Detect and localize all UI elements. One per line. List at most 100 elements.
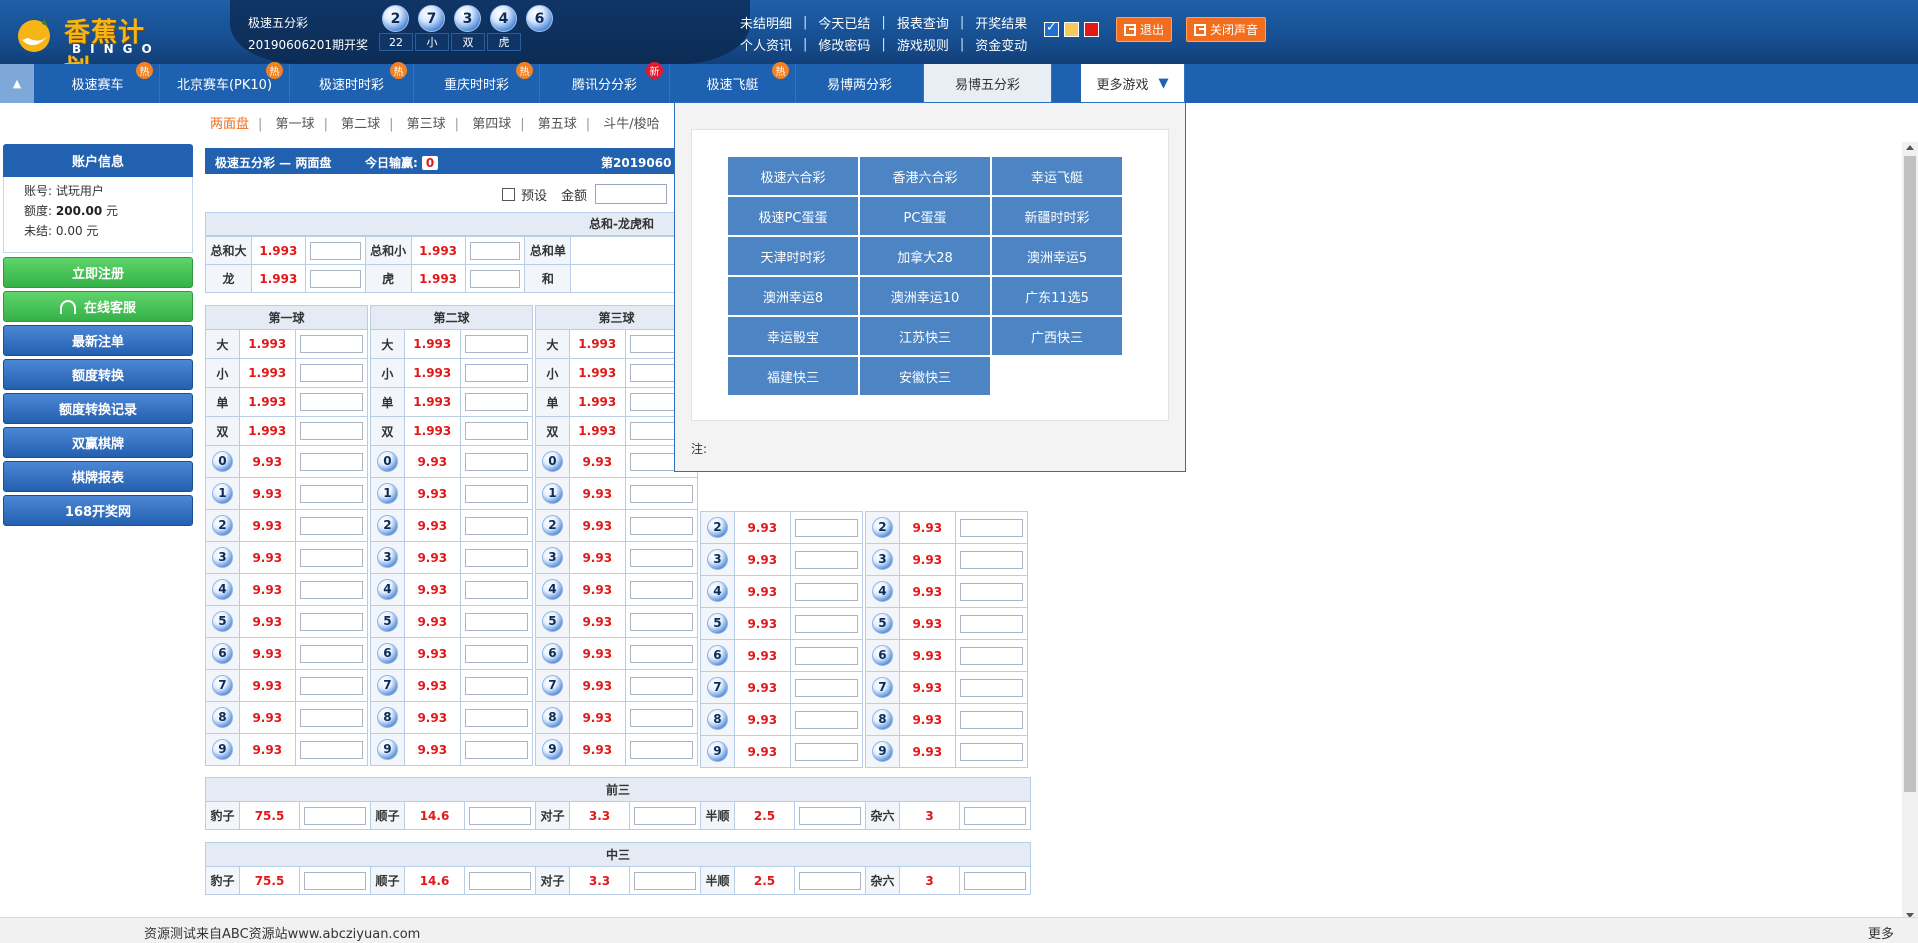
latest-bets-button[interactable]: 最新注单 [3,325,193,356]
preset-checkbox[interactable] [502,187,515,201]
bet-input[interactable] [464,740,528,759]
subtab-liangmianpan[interactable]: 两面盘 [210,117,249,132]
bet-input[interactable] [634,871,696,890]
bet-input[interactable] [464,516,528,535]
nav-today-settled[interactable]: 今天已结 [818,13,870,32]
footer-more-link[interactable]: 更多 [1868,923,1894,942]
bet-input[interactable] [959,646,1023,665]
bet-input[interactable] [464,364,528,382]
subtab-ball-4[interactable]: 第四球 [472,117,511,132]
more-game-item[interactable]: 加拿大28 [860,237,990,275]
page-scrollbar[interactable] [1902,142,1918,922]
bet-input[interactable] [464,422,528,440]
bet-input[interactable] [629,516,693,535]
more-game-item[interactable]: PC蛋蛋 [860,197,990,235]
logout-button[interactable]: 退出 [1116,17,1173,42]
bet-input[interactable] [304,871,366,890]
customer-service-button[interactable]: 在线客服 [3,291,193,322]
register-button[interactable]: 立即注册 [3,257,193,288]
chess-cards-button[interactable]: 双赢棋牌 [3,427,193,458]
nav-reports[interactable]: 报表查询 [897,13,949,32]
bet-input[interactable] [299,580,363,599]
collapse-header-button[interactable]: ▲ [0,64,34,103]
tab-jisu-shishicai[interactable]: 极速时时彩 热 [290,62,414,103]
more-game-item[interactable]: 极速六合彩 [728,157,858,195]
bet-input[interactable] [629,740,693,759]
nav-change-password[interactable]: 修改密码 [818,35,870,54]
more-game-item[interactable]: 极速PC蛋蛋 [728,197,858,235]
bet-input[interactable] [469,269,521,288]
bet-input[interactable] [464,484,528,503]
bet-input[interactable] [299,612,363,631]
more-games-dropdown[interactable]: 更多游戏 ▼ [1081,64,1185,103]
bet-input[interactable] [959,710,1023,729]
bet-input[interactable] [299,740,363,759]
tab-beijing-pk10[interactable]: 北京赛车(PK10) 热 [160,62,290,103]
theme-red-swatch[interactable] [1084,22,1099,37]
bet-input[interactable] [959,678,1023,697]
bet-input[interactable] [464,612,528,631]
logo[interactable]: 香蕉计划 BINGO [10,6,170,85]
amount-input[interactable] [595,184,668,204]
bet-input[interactable] [299,708,363,727]
bet-input[interactable] [309,269,361,288]
bet-input[interactable] [299,644,363,663]
bet-input[interactable] [464,644,528,663]
bet-input[interactable] [629,644,693,663]
bet-input[interactable] [299,676,363,695]
more-game-item[interactable]: 澳洲幸运10 [860,277,990,315]
tab-jisu-feiting[interactable]: 极速飞艇 热 [670,62,796,103]
bet-input[interactable] [959,550,1023,569]
bet-input[interactable] [794,550,858,569]
bet-input[interactable] [794,582,858,601]
bet-input[interactable] [299,364,363,382]
tab-jisu-saiche[interactable]: 极速赛车 热 [36,62,160,103]
bet-input[interactable] [629,676,693,695]
bet-input[interactable] [964,806,1026,825]
quota-transfer-records-button[interactable]: 额度转换记录 [3,393,193,424]
subtab-ball-5[interactable]: 第五球 [538,117,577,132]
more-game-item[interactable]: 安徽快三 [860,357,990,395]
more-game-item[interactable]: 广东11选5 [992,277,1122,315]
more-game-item[interactable]: 天津时时彩 [728,237,858,275]
more-game-item[interactable]: 新疆时时彩 [992,197,1122,235]
more-game-item[interactable]: 澳洲幸运8 [728,277,858,315]
subtab-ball-2[interactable]: 第二球 [341,117,380,132]
bet-input[interactable] [959,742,1023,761]
nav-profile[interactable]: 个人资讯 [740,35,792,54]
tab-yibo-liangfencai[interactable]: 易博两分彩 [796,64,924,103]
bet-input[interactable] [629,612,693,631]
tab-chongqing-shishicai[interactable]: 重庆时时彩 热 [414,62,540,103]
bet-input[interactable] [959,582,1023,601]
theme-yellow-swatch[interactable] [1064,22,1079,37]
scroll-thumb[interactable] [1904,156,1916,792]
bet-input[interactable] [959,614,1023,633]
bet-input[interactable] [629,484,693,503]
subtab-ball-3[interactable]: 第三球 [407,117,446,132]
bet-input[interactable] [299,335,363,353]
bet-input[interactable] [469,871,531,890]
lottery-168-button[interactable]: 168开奖网 [3,495,193,526]
bet-input[interactable] [299,393,363,411]
bet-input[interactable] [464,452,528,471]
bet-input[interactable] [309,241,361,260]
more-game-item[interactable]: 广西快三 [992,317,1122,355]
chess-report-button[interactable]: 棋牌报表 [3,461,193,492]
more-game-item[interactable]: 江苏快三 [860,317,990,355]
nav-game-rules[interactable]: 游戏规则 [897,35,949,54]
bet-input[interactable] [299,548,363,567]
nav-unsettled[interactable]: 未结明细 [740,13,792,32]
bet-input[interactable] [629,580,693,599]
more-game-item[interactable]: 香港六合彩 [860,157,990,195]
bet-input[interactable] [304,806,366,825]
bet-input[interactable] [299,422,363,440]
bet-input[interactable] [634,806,696,825]
bet-input[interactable] [464,393,528,411]
bet-input[interactable] [464,548,528,567]
scroll-up-icon[interactable] [1906,145,1914,150]
bet-input[interactable] [794,742,858,761]
bet-input[interactable] [464,676,528,695]
more-game-item[interactable]: 幸运骰宝 [728,317,858,355]
nav-fund-changes[interactable]: 资金变动 [975,35,1027,54]
bet-input[interactable] [464,708,528,727]
